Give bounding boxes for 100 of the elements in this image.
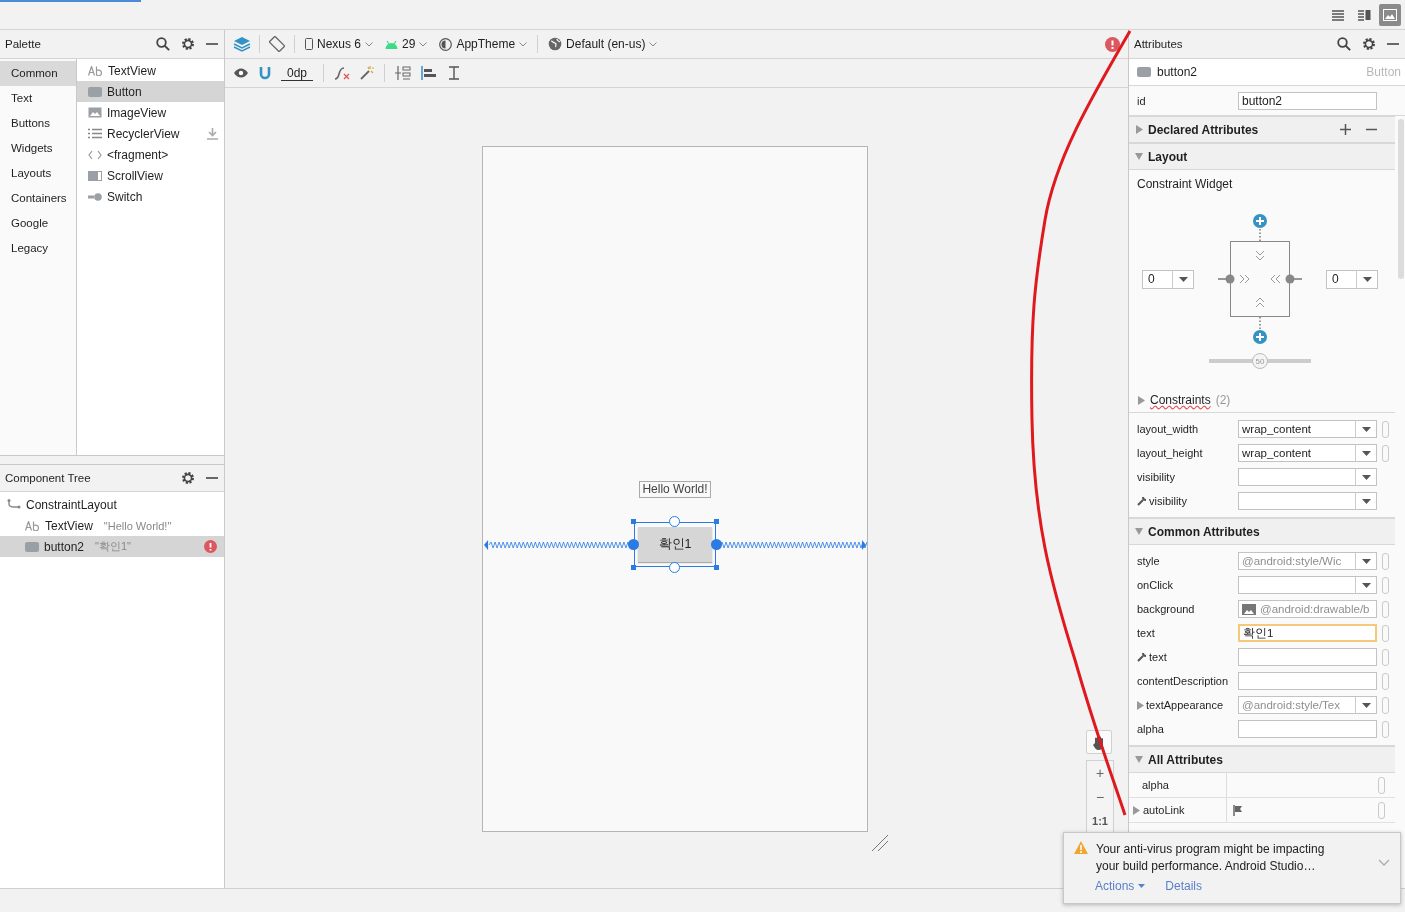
resource-picker[interactable]: [1378, 776, 1385, 794]
tree-item[interactable]: button2: [44, 539, 85, 554]
palette-category[interactable]: Common: [0, 61, 76, 86]
device-dropdown[interactable]: Nexus 6: [303, 37, 376, 51]
constraint-anchor[interactable]: [669, 516, 680, 527]
settings-icon[interactable]: [1362, 37, 1376, 51]
section-title[interactable]: Layout: [1148, 149, 1188, 164]
scrollbar[interactable]: [1398, 119, 1404, 279]
error-icon[interactable]: [204, 540, 217, 553]
palette-category[interactable]: Layouts: [0, 161, 76, 186]
resource-picker[interactable]: [1382, 648, 1389, 666]
attribute-dropdown[interactable]: [1238, 492, 1377, 510]
margin-dropdown[interactable]: 0: [1326, 269, 1378, 289]
add-icon[interactable]: [1340, 124, 1351, 135]
resize-grip-icon[interactable]: [871, 834, 889, 852]
resource-picker[interactable]: [1382, 672, 1389, 690]
split-icon: [1357, 8, 1371, 21]
expand-icon[interactable]: [1135, 755, 1143, 764]
default-margin-button[interactable]: 0dp: [281, 65, 314, 81]
eye-icon[interactable]: [233, 67, 249, 79]
download-icon[interactable]: [207, 127, 218, 140]
expand-icon[interactable]: [1133, 805, 1140, 815]
resource-picker[interactable]: [1382, 420, 1389, 438]
attribute-dropdown[interactable]: [1238, 576, 1377, 594]
resource-picker[interactable]: [1382, 552, 1389, 570]
attribute-dropdown[interactable]: wrap_content: [1238, 444, 1377, 462]
margin-dropdown[interactable]: 0: [1142, 269, 1194, 289]
resize-handle[interactable]: [631, 565, 636, 570]
attribute-field[interactable]: [1238, 672, 1377, 690]
theme-dropdown[interactable]: AppTheme: [437, 37, 530, 51]
clear-constraints-icon[interactable]: [334, 66, 351, 80]
constraint-anchor[interactable]: [711, 539, 722, 550]
resource-picker[interactable]: [1382, 696, 1389, 714]
design-view-button[interactable]: [1379, 3, 1401, 26]
expand-icon[interactable]: [1137, 395, 1145, 405]
expand-icon[interactable]: [1135, 527, 1143, 536]
attribute-label: textAppearance: [1137, 699, 1238, 711]
resize-handle[interactable]: [714, 565, 719, 570]
resize-handle[interactable]: [714, 519, 719, 524]
resource-picker[interactable]: [1382, 624, 1389, 642]
warning-icon: [1074, 841, 1088, 854]
expand-icon[interactable]: [1137, 700, 1144, 710]
details-link[interactable]: Details: [1165, 879, 1203, 893]
tree-item[interactable]: TextView: [45, 518, 93, 533]
palette-item[interactable]: Switch: [107, 189, 143, 204]
resource-picker[interactable]: [1382, 444, 1389, 462]
attribute-field[interactable]: 확인1: [1238, 624, 1377, 642]
settings-icon[interactable]: [181, 37, 195, 51]
resize-handle[interactable]: [631, 519, 636, 524]
attribute-label: style: [1137, 555, 1161, 567]
tree-item[interactable]: ConstraintLayout: [26, 497, 117, 512]
section-title[interactable]: All Attributes: [1148, 752, 1223, 767]
constraint-anchor[interactable]: [669, 562, 680, 573]
attribute-field[interactable]: [1238, 648, 1377, 666]
expand-icon[interactable]: [1135, 125, 1143, 134]
flag-icon[interactable]: [1233, 804, 1243, 816]
palette-category[interactable]: Buttons: [0, 111, 76, 136]
id-field[interactable]: button2: [1238, 91, 1377, 110]
palette-category[interactable]: Google: [0, 211, 76, 236]
caret-icon: [1361, 702, 1371, 708]
settings-icon[interactable]: [181, 471, 195, 485]
constraints-link[interactable]: Constraints: [1150, 393, 1211, 407]
guidelines-icon[interactable]: [447, 66, 462, 80]
attribute-dropdown[interactable]: [1238, 468, 1377, 486]
palette-category[interactable]: Containers: [0, 186, 76, 211]
text-view[interactable]: Hello World!: [639, 481, 711, 498]
error-icon[interactable]: [1105, 36, 1120, 52]
search-icon[interactable]: [1337, 37, 1351, 51]
magnet-icon[interactable]: [259, 66, 271, 80]
palette-item[interactable]: TextView: [108, 63, 156, 78]
resource-picker[interactable]: [1382, 600, 1389, 618]
attribute-dropdown[interactable]: wrap_content: [1238, 420, 1377, 438]
tree-item-detail: "확인1": [95, 539, 131, 554]
align-icon[interactable]: [421, 66, 438, 80]
locale-dropdown[interactable]: Default (en-us): [546, 37, 660, 51]
palette-category[interactable]: Text: [0, 86, 76, 111]
palette-item[interactable]: ImageView: [107, 105, 167, 120]
palette-item[interactable]: RecyclerView: [107, 126, 180, 141]
resource-picker[interactable]: [1382, 576, 1389, 594]
palette-item[interactable]: <fragment>: [107, 147, 169, 162]
resource-picker[interactable]: [1382, 720, 1389, 738]
magic-wand-icon[interactable]: [360, 66, 375, 80]
expand-icon[interactable]: [1135, 152, 1143, 161]
layers-icon[interactable]: [233, 36, 251, 52]
palette-category[interactable]: Legacy: [0, 236, 76, 261]
palette-item[interactable]: Button: [107, 84, 142, 99]
palette-item[interactable]: ScrollView: [107, 168, 163, 183]
palette-category[interactable]: Widgets: [0, 136, 76, 161]
api-level-dropdown[interactable]: 29: [383, 37, 430, 51]
panel-title: Palette: [5, 38, 41, 50]
actions-link[interactable]: Actions: [1095, 879, 1146, 893]
constraint-anchor[interactable]: [628, 539, 639, 550]
rotate-icon[interactable]: [268, 36, 286, 52]
resource-picker[interactable]: [1378, 801, 1385, 819]
chevron-icon[interactable]: [1378, 859, 1390, 866]
search-icon[interactable]: [156, 37, 170, 51]
pack-icon[interactable]: [395, 65, 412, 81]
attribute-label: autoLink: [1129, 798, 1227, 822]
button-icon: [25, 541, 39, 552]
attribute-field[interactable]: [1238, 720, 1377, 738]
